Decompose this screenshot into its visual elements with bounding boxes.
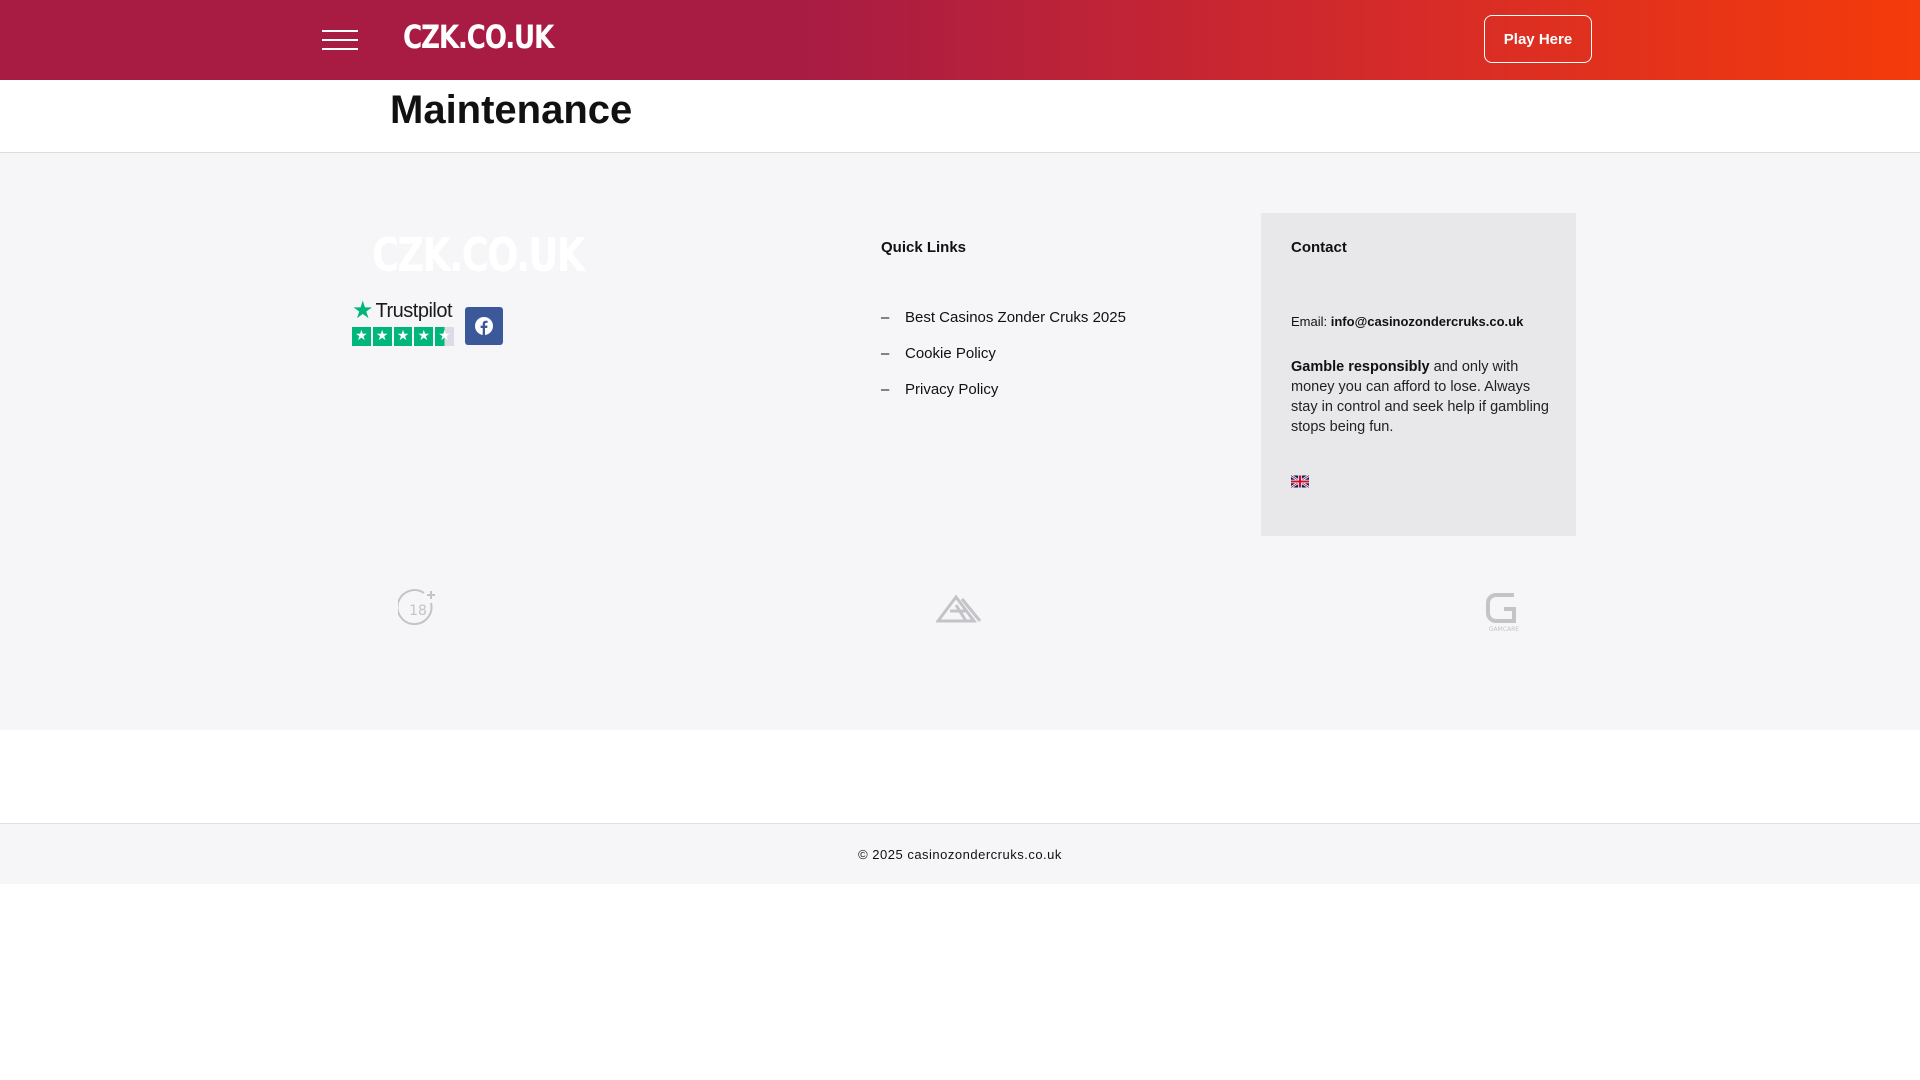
list-item: – Best Casinos Zonder Cruks 2025: [881, 309, 1126, 345]
contact-heading: Contact: [1291, 239, 1347, 256]
email-link[interactable]: info@casinozondercruks.co.uk: [1331, 314, 1524, 329]
page-title: Maintenance: [390, 88, 633, 132]
site-footer: CZK.CO.UK ★ Trustpilot ★ ★ ★ ★ ★ Quick Links…: [0, 153, 1920, 884]
title-bar: Maintenance: [0, 80, 1920, 153]
half-star-icon: ★: [435, 327, 454, 346]
svg-text:GAMCARE: GAMCARE: [1489, 626, 1519, 633]
dash-bullet: –: [881, 381, 890, 398]
email-label: Email:: [1291, 314, 1328, 329]
facebook-icon: [475, 317, 493, 335]
list-item: – Privacy Policy: [881, 381, 1126, 417]
list-item: – Cookie Policy: [881, 345, 1126, 381]
star-icon: ★: [414, 327, 434, 346]
trustpilot-star-icon: ★: [352, 297, 374, 324]
star-icon: ★: [393, 327, 413, 346]
link-privacy-policy[interactable]: Privacy Policy: [905, 381, 998, 398]
trustpilot-label: Trustpilot: [375, 299, 453, 322]
quick-links-heading: Quick Links: [881, 239, 967, 256]
play-here-button[interactable]: Play Here: [1484, 15, 1592, 63]
footer-logo[interactable]: CZK.CO.UK: [372, 228, 585, 282]
gamcare-icon: GAMCARE: [1486, 593, 1519, 633]
gambling-authority-icon: [935, 594, 982, 623]
email-line: Email: info@casinozondercruks.co.uk: [1291, 314, 1523, 329]
copyright-bar: © 2025 casinozondercruks.co.uk: [0, 823, 1920, 884]
star-icon: ★: [352, 327, 371, 346]
trustpilot-rating-stars: ★ ★ ★ ★ ★: [352, 327, 456, 346]
svg-text:18: 18: [409, 603, 427, 619]
site-header: CZK.CO.UK Play Here: [0, 0, 1920, 80]
link-best-casinos[interactable]: Best Casinos Zonder Cruks 2025: [905, 309, 1126, 326]
age-18-badge[interactable]: 18: [396, 589, 438, 634]
site-logo[interactable]: CZK.CO.UK: [403, 18, 554, 56]
contact-box: Contact Email: info@casinozondercruks.co…: [1261, 213, 1576, 536]
link-cookie-policy[interactable]: Cookie Policy: [905, 345, 996, 362]
star-icon: ★: [372, 327, 392, 346]
uk-flag-icon[interactable]: [1291, 475, 1309, 488]
dash-bullet: –: [881, 345, 890, 362]
dash-bullet: –: [881, 309, 890, 326]
trustpilot-badge[interactable]: ★ Trustpilot ★ ★ ★ ★ ★: [352, 299, 456, 349]
copyright-text: © 2025 casinozondercruks.co.uk: [858, 846, 1062, 862]
hamburger-menu-icon[interactable]: [322, 28, 358, 52]
facebook-button[interactable]: [465, 307, 503, 345]
gamble-responsibly-text: Gamble responsibly and only with money y…: [1291, 357, 1553, 437]
quick-links-list: – Best Casinos Zonder Cruks 2025 – Cooki…: [881, 309, 1126, 417]
gamcare-badge[interactable]: GAMCARE: [1484, 589, 1524, 638]
gambling-authority-badge[interactable]: [935, 593, 982, 628]
gamble-bold: Gamble responsibly: [1291, 359, 1430, 375]
age-18-icon: 18: [396, 589, 435, 626]
